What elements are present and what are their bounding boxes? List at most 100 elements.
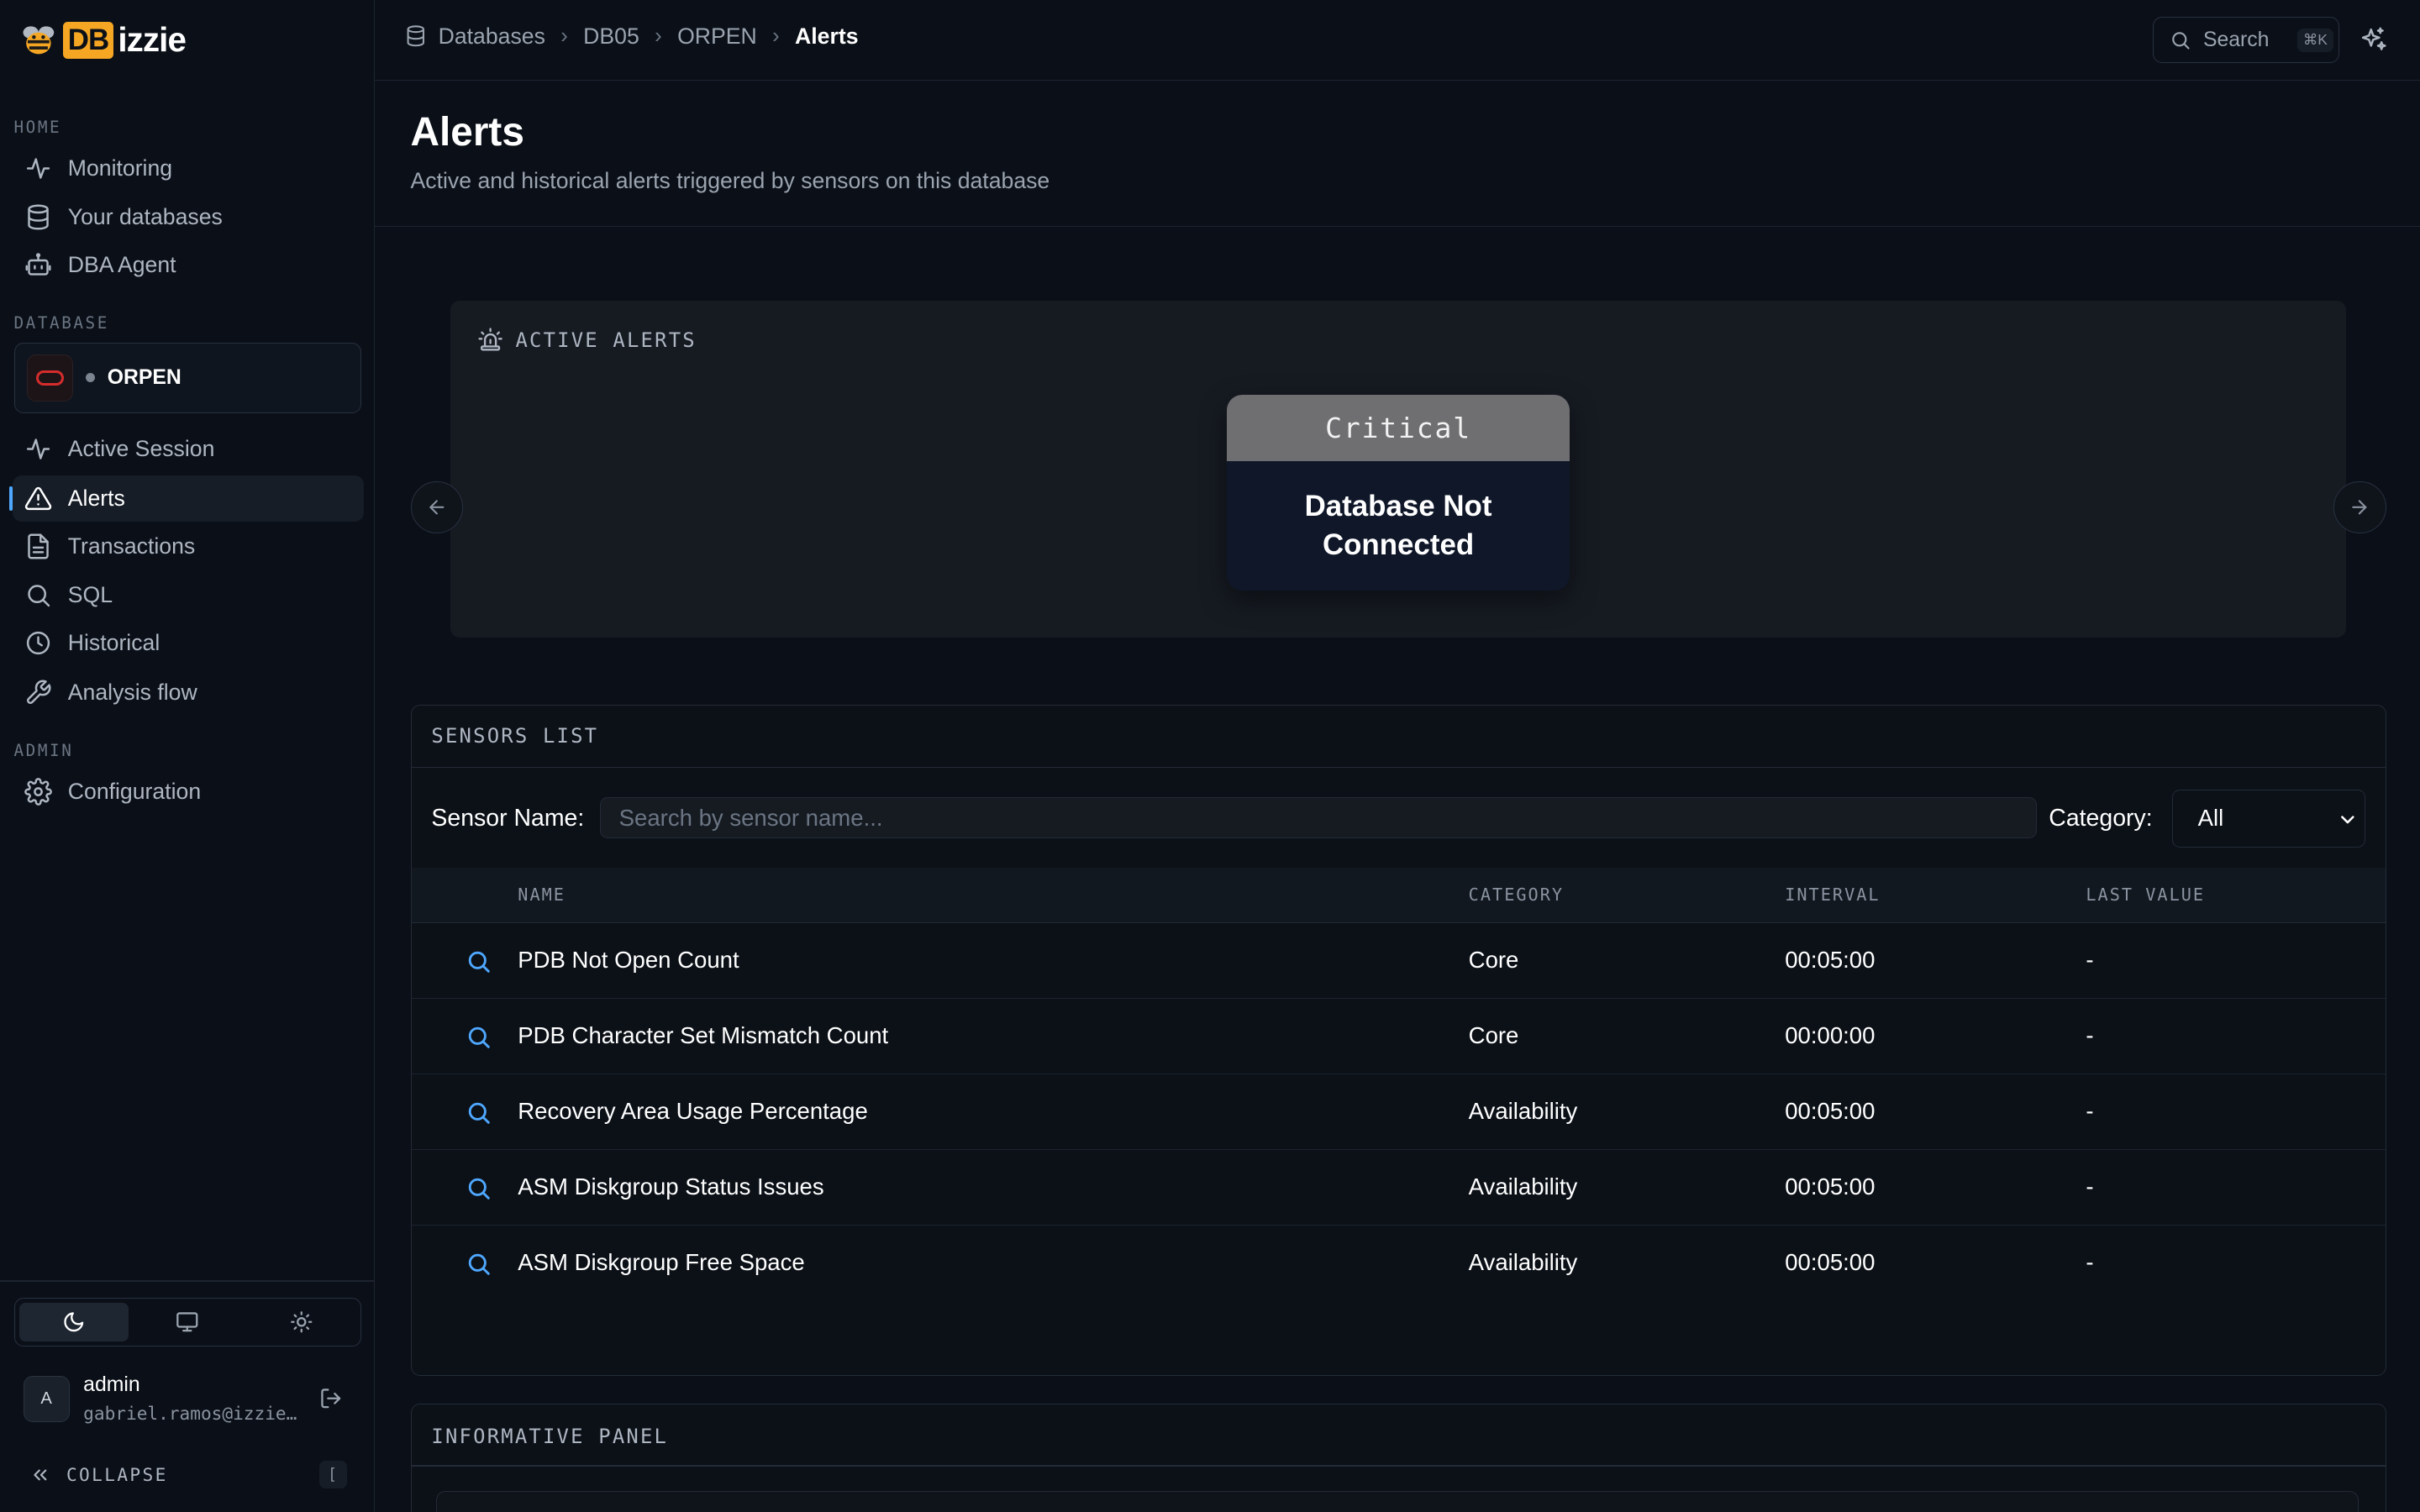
sensor-name: ASM Diskgroup Free Space (518, 1248, 805, 1275)
collapse-button[interactable]: COLLAPSE [ (29, 1461, 349, 1489)
sidebar-item-label: DBA Agent (67, 252, 176, 278)
user-email: gabriel.ramos@izzie... (83, 1402, 300, 1424)
search-button[interactable]: Search ⌘K (2153, 17, 2340, 64)
category-selected-value: All (2197, 805, 2224, 832)
carousel-next-button[interactable] (2333, 481, 2386, 534)
sidebar-item-monitoring[interactable]: Monitoring (13, 145, 365, 192)
sidebar-item-alerts[interactable]: Alerts (9, 475, 365, 522)
alert-card[interactable]: Critical Database Not Connected (1227, 395, 1570, 591)
table-row[interactable]: Recovery Area Usage Percentage Availabil… (411, 1074, 2386, 1151)
activity-icon (27, 157, 50, 179)
column-header-name[interactable]: NAME (518, 885, 566, 905)
sidebar-item-historical[interactable]: Historical (13, 620, 365, 666)
collapse-label: COLLAPSE (66, 1464, 168, 1486)
sidebar-item-active-session[interactable]: Active Session (13, 426, 365, 472)
oracle-logo-icon (27, 354, 74, 402)
wrench-icon (27, 680, 51, 705)
theme-dark-button[interactable] (19, 1303, 129, 1341)
breadcrumb-orpen[interactable]: ORPEN (677, 24, 757, 50)
sensors-list-title: SENSORS LIST (431, 724, 599, 748)
table-header: NAME CATEGORY INTERVAL LAST VALUE (411, 868, 2386, 924)
chevron-right-icon: › (772, 24, 780, 48)
breadcrumb-label: Databases (438, 23, 545, 49)
column-header-category[interactable]: CATEGORY (1469, 885, 1564, 905)
search-icon[interactable] (466, 1024, 492, 1050)
search-shortcut: ⌘K (2296, 28, 2334, 52)
sidebar-item-configuration[interactable]: Configuration (13, 769, 365, 815)
arrow-left-icon (429, 500, 445, 515)
sensor-name: PDB Not Open Count (518, 946, 739, 973)
informative-panel-header: INFORMATIVE PANEL (431, 1425, 668, 1448)
sensor-interval: 00:05:00 (1785, 1248, 1876, 1275)
sidebar-item-analysis-flow[interactable]: Analysis flow (13, 669, 365, 716)
theme-switcher (13, 1297, 361, 1347)
moon-icon (64, 1312, 84, 1332)
search-icon (2171, 32, 2190, 50)
search-icon (28, 585, 50, 607)
app-logo[interactable]: DB izzie (18, 18, 187, 61)
section-label-admin: ADMIN (13, 740, 74, 760)
column-header-last-value[interactable]: LAST VALUE (2086, 885, 2205, 905)
sensor-last-value: - (2086, 1248, 2094, 1275)
alert-triangle-icon (25, 486, 52, 510)
sparkles-icon[interactable] (2360, 26, 2387, 54)
theme-light-button[interactable] (247, 1303, 356, 1341)
sensor-name: ASM Diskgroup Status Issues (518, 1173, 824, 1200)
theme-system-button[interactable] (133, 1303, 242, 1341)
user-name: admin (83, 1373, 140, 1396)
sensor-name: Recovery Area Usage Percentage (518, 1097, 868, 1124)
sensors-list-label: SENSORS LIST (431, 724, 598, 748)
activity-icon (27, 438, 50, 459)
database-name: ORPEN (107, 365, 182, 389)
sidebar-item-label: Historical (67, 630, 160, 656)
breadcrumb-db05[interactable]: DB05 (583, 24, 639, 50)
breadcrumb-databases[interactable]: Databases (404, 24, 545, 50)
bee-logo-icon (23, 26, 55, 55)
carousel-prev-button[interactable] (410, 481, 463, 534)
search-icon[interactable] (466, 948, 492, 974)
search-icon[interactable] (466, 1175, 492, 1201)
search-icon[interactable] (466, 1251, 492, 1277)
sidebar-item-label: Configuration (67, 778, 202, 804)
sensor-category: Availability (1468, 1097, 1578, 1124)
sensor-name: PDB Character Set Mismatch Count (518, 1021, 889, 1048)
sidebar-item-label: Alerts (67, 485, 125, 511)
bot-icon (25, 253, 51, 276)
sidebar-item-label: Monitoring (67, 155, 173, 181)
logo-name-text: izzie (118, 20, 187, 60)
sidebar-item-your-databases[interactable]: Your databases (13, 194, 365, 240)
alert-message: Database Not Connected (1304, 490, 1492, 562)
sensor-category: Availability (1468, 1248, 1578, 1275)
sensor-interval: 00:05:00 (1785, 1097, 1876, 1124)
sidebar-item-dba-agent[interactable]: DBA Agent (13, 242, 365, 288)
sensor-category: Core (1468, 946, 1519, 973)
sensor-name-label: Sensor Name: (431, 804, 585, 832)
page-title: Alerts (410, 110, 524, 155)
sensor-last-value: - (2086, 946, 2094, 973)
chevron-right-icon: › (560, 24, 568, 48)
sensor-last-value: - (2086, 1173, 2094, 1200)
database-selector[interactable]: ORPEN (13, 342, 361, 414)
table-row[interactable]: PDB Character Set Mismatch Count Core 00… (411, 999, 2386, 1075)
monitor-icon (176, 1312, 198, 1332)
table-row[interactable]: ASM Diskgroup Free Space Availability 00… (412, 1226, 2386, 1301)
sidebar-item-label: Transactions (67, 533, 196, 559)
sensor-name-search-input[interactable] (599, 796, 2037, 839)
logout-icon[interactable] (319, 1387, 343, 1410)
user-profile: A admin gabriel.ramos@izzie... (23, 1373, 355, 1425)
column-header-interval[interactable]: INTERVAL (1785, 885, 1880, 905)
collapse-shortcut: [ (319, 1461, 348, 1489)
sidebar-item-label: SQL (67, 582, 113, 608)
table-row[interactable]: PDB Not Open Count Core 00:05:00 - (411, 923, 2386, 1000)
search-icon[interactable] (466, 1100, 492, 1126)
sun-icon (290, 1311, 313, 1333)
category-select[interactable]: All (2172, 789, 2365, 848)
chevrons-left-icon (34, 1469, 47, 1481)
table-row[interactable]: ASM Diskgroup Status Issues Availability… (411, 1150, 2386, 1226)
status-dot (85, 373, 95, 383)
arrow-right-icon (2352, 500, 2367, 515)
informative-panel: INFORMATIVE PANEL (410, 1404, 2386, 1512)
sidebar-item-sql[interactable]: SQL (13, 572, 365, 618)
search-label: Search (2202, 28, 2270, 51)
sidebar-item-transactions[interactable]: Transactions (13, 523, 365, 570)
